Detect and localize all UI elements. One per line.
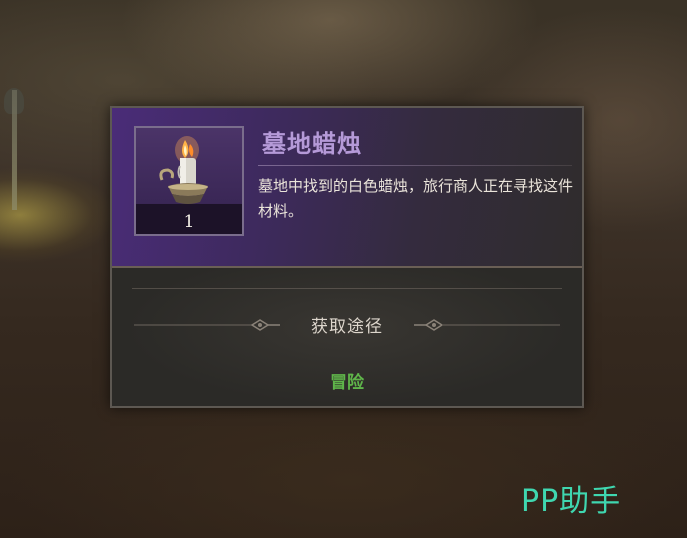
item-count: 1 xyxy=(183,212,195,232)
item-tooltip: 1 墓地蜡烛 墓地中找到的白色蜡烛，旅行商人正在寻找这件材料。 获取途径 冒险 xyxy=(110,106,584,408)
item-header: 1 墓地蜡烛 墓地中找到的白色蜡烛，旅行商人正在寻找这件材料。 xyxy=(112,108,582,268)
acquisition-section: 获取途径 冒险 xyxy=(112,268,582,406)
title-divider xyxy=(258,165,572,166)
game-scene: 1 墓地蜡烛 墓地中找到的白色蜡烛，旅行商人正在寻找这件材料。 获取途径 冒险 xyxy=(0,0,687,538)
item-name: 墓地蜡烛 xyxy=(262,129,362,158)
acquisition-entry-adventure[interactable]: 冒险 xyxy=(112,368,582,393)
item-description: 墓地中找到的白色蜡烛，旅行商人正在寻找这件材料。 xyxy=(258,177,574,220)
item-slot[interactable]: 1 xyxy=(134,126,244,236)
section-divider xyxy=(132,288,562,289)
ornament-right-icon xyxy=(414,319,560,331)
candle-icon xyxy=(159,136,208,204)
watermark-logo: PP助手 xyxy=(521,484,622,519)
lamp-post xyxy=(12,90,17,210)
